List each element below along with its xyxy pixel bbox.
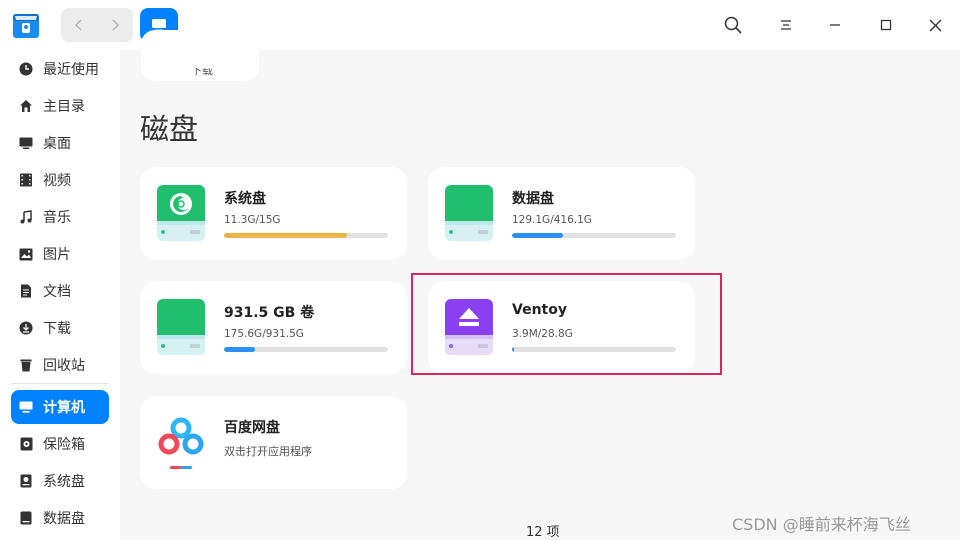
sidebar-item-label: 最近使用 <box>43 62 99 78</box>
trash-icon <box>18 357 34 373</box>
sidebar-item-downloads[interactable]: 下载 <box>11 311 109 345</box>
selection-highlight-box <box>411 273 722 375</box>
disk-size: 175.6G/931.5G <box>224 328 304 340</box>
disk-card-volume[interactable]: 931.5 GB 卷 175.6G/931.5G <box>140 281 407 374</box>
music-icon <box>18 209 34 225</box>
disk-size: 11.3G/15G <box>224 214 281 226</box>
disk-card-data[interactable]: 数据盘 129.1G/416.1G <box>428 167 695 260</box>
app-name: 百度网盘 <box>224 420 280 436</box>
sidebar-item-label: 计算机 <box>43 400 85 416</box>
video-icon <box>18 172 34 188</box>
section-title-disks: 磁盘 <box>140 112 199 146</box>
sidebar-item-videos[interactable]: 视频 <box>11 163 109 197</box>
app-description: 双击打开应用程序 <box>224 445 312 458</box>
file-manager-icon[interactable] <box>12 11 40 39</box>
sidebar-item-system-disk[interactable]: 系统盘 <box>11 464 109 498</box>
disk-name: 数据盘 <box>512 191 554 207</box>
back-button[interactable] <box>61 8 97 42</box>
sidebar-item-label: 桌面 <box>43 136 71 152</box>
disk-usage-bar <box>224 347 388 352</box>
disk-usage-fill <box>512 233 563 238</box>
sidebar-item-label: 下载 <box>43 321 71 337</box>
search-button[interactable] <box>720 12 746 38</box>
sidebar-divider <box>11 383 109 384</box>
sidebar-item-desktop[interactable]: 桌面 <box>11 126 109 160</box>
sidebar-item-computer[interactable]: 计算机 <box>11 390 109 424</box>
disk-usage-bar <box>512 233 676 238</box>
sidebar-item-trash[interactable]: 回收站 <box>11 348 109 382</box>
downloads-folder-card[interactable]: 下载 <box>141 30 259 81</box>
disk-usage-fill <box>224 347 255 352</box>
forward-button[interactable] <box>97 8 133 42</box>
item-count: 12 项 <box>526 525 560 540</box>
close-icon <box>929 19 941 31</box>
baidu-netdisk-icon <box>158 417 204 469</box>
sidebar-item-home[interactable]: 主目录 <box>11 89 109 123</box>
disk-card-system[interactable]: 系统盘 11.3G/15G <box>140 167 407 260</box>
chevron-left-icon <box>75 19 82 31</box>
sidebar-item-data-disk[interactable]: 数据盘 <box>11 501 109 535</box>
downloads-folder-label: 下载 <box>191 68 213 77</box>
sidebar-item-label: 视频 <box>43 173 71 189</box>
close-button[interactable] <box>922 12 948 38</box>
sidebar-item-label: 保险箱 <box>43 437 85 453</box>
sidebar-item-pictures[interactable]: 图片 <box>11 237 109 271</box>
chevron-right-icon <box>112 19 119 31</box>
watermark: CSDN @睡前来杯海飞丝 <box>732 515 911 534</box>
clock-icon <box>18 61 34 77</box>
disk-usage-fill <box>224 233 348 238</box>
disk-usage-bar <box>224 233 388 238</box>
sidebar-item-label: 系统盘 <box>43 474 85 490</box>
disk-name: 931.5 GB 卷 <box>224 305 315 321</box>
disk-size: 129.1G/416.1G <box>512 214 592 226</box>
disk-name: 系统盘 <box>224 191 266 207</box>
sidebar-item-documents[interactable]: 文档 <box>11 274 109 308</box>
home-icon <box>18 98 34 114</box>
vault-icon <box>18 436 34 452</box>
picture-icon <box>18 246 34 262</box>
sidebar-item-music[interactable]: 音乐 <box>11 200 109 234</box>
navigation-buttons <box>61 8 133 42</box>
sidebar-item-recent[interactable]: 最近使用 <box>11 52 109 86</box>
drive-icon <box>18 510 34 526</box>
sidebar-item-label: 主目录 <box>43 99 85 115</box>
desktop-icon <box>18 135 34 151</box>
menu-icon <box>781 20 791 30</box>
sidebar-item-label: 数据盘 <box>43 511 85 527</box>
menu-button[interactable] <box>773 12 799 38</box>
maximize-icon <box>880 19 892 31</box>
minimize-button[interactable] <box>822 12 848 38</box>
minimize-icon <box>830 24 840 26</box>
sidebar-item-label: 文档 <box>43 284 71 300</box>
app-card-baidu-netdisk[interactable]: 百度网盘 双击打开应用程序 <box>140 396 407 489</box>
sidebar-item-label: 图片 <box>43 247 71 263</box>
green-drive-icon <box>445 185 493 241</box>
search-icon <box>724 16 742 34</box>
maximize-button[interactable] <box>873 12 899 38</box>
document-icon <box>18 283 34 299</box>
sidebar: 最近使用 主目录 桌面 视频 音乐 图片 文档 下载 回收站 计算机 保险箱 系… <box>0 50 120 540</box>
sidebar-item-label: 回收站 <box>43 358 85 374</box>
sidebar-item-vault[interactable]: 保险箱 <box>11 427 109 461</box>
sidebar-item-label: 音乐 <box>43 210 71 226</box>
main-content: 下载 磁盘 系统盘 11.3G/15G 数据盘 129.1G/416.1G 93… <box>120 30 960 540</box>
green-drive-icon <box>157 299 205 355</box>
deepin-system-drive-icon <box>157 185 205 241</box>
download-icon <box>18 320 34 336</box>
computer-icon <box>18 399 34 415</box>
drive-icon <box>18 473 34 489</box>
